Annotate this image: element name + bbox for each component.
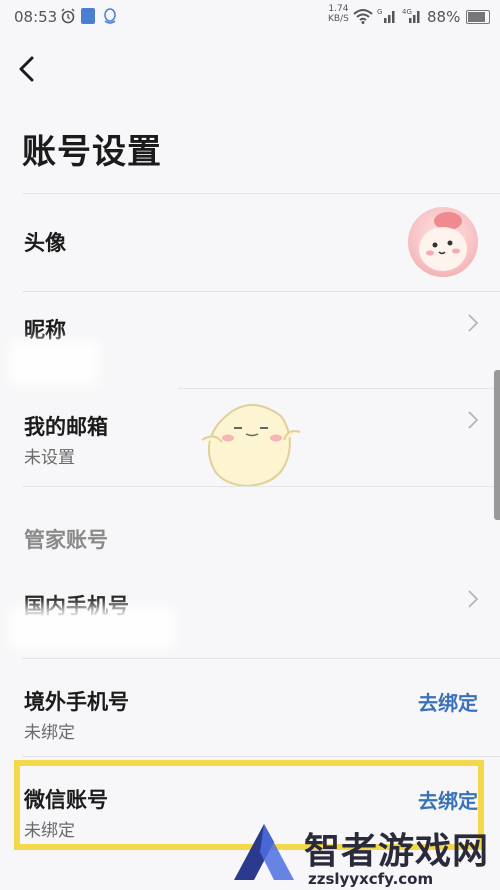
battery-icon bbox=[466, 10, 490, 24]
signal-1-icon: G bbox=[377, 8, 395, 23]
watermark-url: zzslyyxcfy.com bbox=[308, 870, 434, 888]
email-status: 未设置 bbox=[24, 448, 75, 468]
qq-penguin-icon bbox=[104, 8, 116, 24]
chevron-right-icon bbox=[468, 590, 479, 608]
security-shield-icon bbox=[81, 8, 95, 24]
chevron-right-icon bbox=[468, 411, 479, 429]
avatar-character-image bbox=[419, 212, 467, 271]
scrollbar-handle[interactable] bbox=[494, 370, 500, 520]
network-speed-unit: KB/S bbox=[328, 14, 349, 24]
mascot-sticker-image bbox=[201, 404, 301, 488]
battery-percent: 88% bbox=[427, 8, 461, 26]
status-time: 08:53 bbox=[14, 8, 58, 26]
avatar-label: 头像 bbox=[24, 231, 66, 255]
section-header-manager-account: 管家账号 bbox=[24, 528, 108, 552]
network-speed: 1.74 KB/S bbox=[328, 4, 349, 24]
bind-overseas-phone-button[interactable]: 去绑定 bbox=[418, 687, 478, 716]
signal-1-tag: G bbox=[377, 8, 382, 16]
network-speed-value: 1.74 bbox=[328, 4, 349, 14]
watermark-logo: 智者游戏网 zzslyyxcfy.com bbox=[224, 818, 494, 889]
redacted-nickname-value bbox=[10, 340, 100, 386]
email-label: 我的邮箱 bbox=[24, 415, 108, 439]
watermark-logo-icon bbox=[234, 824, 294, 880]
alarm-icon bbox=[61, 8, 75, 24]
redacted-phone-value bbox=[10, 606, 175, 650]
overseas-phone-status: 未绑定 bbox=[24, 723, 75, 743]
watermark-brand: 智者游戏网 bbox=[304, 831, 490, 872]
wifi-icon bbox=[353, 9, 373, 24]
chevron-right-icon bbox=[468, 314, 479, 332]
avatar[interactable] bbox=[408, 207, 478, 277]
divider bbox=[22, 486, 500, 487]
status-bar: 08:53 1.74 KB/S G 4G 88% bbox=[0, 0, 500, 36]
overseas-phone-row[interactable]: 境外手机号 未绑定 去绑定 bbox=[0, 659, 500, 757]
back-arrow-icon[interactable] bbox=[14, 52, 42, 86]
signal-2-tag: 4G bbox=[402, 8, 412, 16]
page-title: 账号设置 bbox=[22, 132, 162, 172]
battery-fill bbox=[468, 12, 485, 22]
signal-2-icon: 4G bbox=[402, 8, 420, 23]
overseas-phone-label: 境外手机号 bbox=[24, 690, 129, 714]
